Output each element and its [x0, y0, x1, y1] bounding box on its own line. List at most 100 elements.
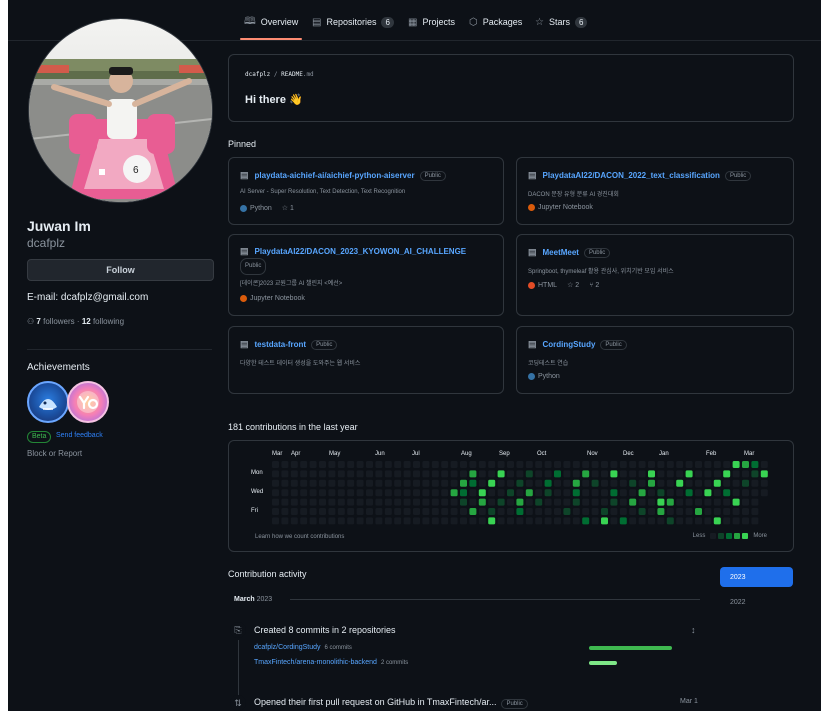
contribution-cell[interactable]: [375, 470, 383, 478]
contribution-cell[interactable]: [300, 517, 308, 525]
contribution-cell[interactable]: [488, 508, 496, 515]
contribution-cell[interactable]: [272, 489, 279, 497]
contribution-cell[interactable]: [685, 508, 693, 515]
contribution-cell[interactable]: [582, 517, 590, 525]
contribution-cell[interactable]: [657, 470, 665, 478]
contribution-cell[interactable]: [582, 479, 590, 487]
contribution-cell[interactable]: [685, 479, 693, 487]
contribution-cell[interactable]: [582, 508, 590, 515]
contribution-cell[interactable]: [422, 517, 430, 525]
contribution-cell[interactable]: [431, 461, 439, 468]
contribution-cell[interactable]: [648, 479, 655, 487]
contribution-cell[interactable]: [347, 517, 355, 525]
contribution-cell[interactable]: [535, 498, 543, 506]
contribution-cell[interactable]: [723, 498, 731, 506]
repo-link[interactable]: PlaydataAI22/DACON_2023_KYOWON_AI_CHALLE…: [255, 247, 467, 256]
contribution-cell[interactable]: [676, 470, 684, 478]
contribution-cell[interactable]: [704, 498, 712, 506]
contribution-cell[interactable]: [300, 461, 308, 468]
contribution-cell[interactable]: [732, 479, 740, 487]
contribution-cell[interactable]: [272, 461, 279, 468]
year-2022-button[interactable]: 2022: [730, 599, 746, 606]
contribution-cell[interactable]: [309, 461, 317, 468]
contribution-cell[interactable]: [563, 479, 571, 487]
avatar[interactable]: 6: [28, 18, 213, 203]
contribution-cell[interactable]: [629, 508, 637, 515]
contribution-cell[interactable]: [413, 479, 420, 487]
contribution-cell[interactable]: [563, 489, 571, 497]
contribution-cell[interactable]: [375, 517, 383, 525]
contribution-cell[interactable]: [666, 479, 674, 487]
contribution-cell[interactable]: [337, 461, 345, 468]
contribution-cell[interactable]: [619, 479, 627, 487]
contribution-cell[interactable]: [544, 508, 552, 515]
contribution-cell[interactable]: [460, 479, 467, 487]
contribution-cell[interactable]: [638, 498, 646, 506]
contribution-cell[interactable]: [366, 470, 373, 478]
contribution-cell[interactable]: [760, 489, 768, 497]
contribution-cell[interactable]: [666, 517, 674, 525]
contribution-cell[interactable]: [478, 470, 486, 478]
contribution-cell[interactable]: [328, 489, 336, 497]
profile-email[interactable]: E-mail: dcafplz@gmail.com: [27, 292, 148, 303]
contribution-cell[interactable]: [281, 508, 289, 515]
contribution-cell[interactable]: [497, 470, 505, 478]
contribution-cell[interactable]: [356, 461, 364, 468]
contribution-cell[interactable]: [601, 489, 608, 497]
contribution-cell[interactable]: [403, 479, 411, 487]
yolo-achievement-badge[interactable]: [67, 381, 109, 423]
tab-overview[interactable]: 🕮 Overview: [239, 11, 303, 40]
contribution-cell[interactable]: [337, 517, 345, 525]
contribution-cell[interactable]: [648, 508, 655, 515]
contribution-cell[interactable]: [507, 470, 514, 478]
contribution-cell[interactable]: [648, 517, 655, 525]
readme-user[interactable]: dcafplz: [245, 71, 270, 78]
contribution-cell[interactable]: [319, 508, 326, 515]
contribution-cell[interactable]: [478, 461, 486, 468]
contribution-cell[interactable]: [507, 498, 514, 506]
contribution-cell[interactable]: [685, 498, 693, 506]
contribution-cell[interactable]: [572, 498, 580, 506]
contribution-cell[interactable]: [732, 508, 740, 515]
repo-link[interactable]: testdata-front: [255, 340, 307, 349]
contribution-cell[interactable]: [328, 517, 336, 525]
contribution-cell[interactable]: [572, 508, 580, 515]
contribution-cell[interactable]: [563, 517, 571, 525]
contribution-cell[interactable]: [384, 508, 392, 515]
contribution-cell[interactable]: [281, 498, 289, 506]
contribution-cell[interactable]: [563, 461, 571, 468]
contribution-cell[interactable]: [366, 479, 373, 487]
followers-link[interactable]: 7 followers: [36, 317, 74, 326]
contribution-cell[interactable]: [666, 461, 674, 468]
contribution-cell[interactable]: [460, 508, 467, 515]
contribution-cell[interactable]: [328, 461, 336, 468]
contribution-cell[interactable]: [309, 479, 317, 487]
contribution-cell[interactable]: [610, 461, 618, 468]
contribution-cell[interactable]: [422, 470, 430, 478]
repo-link[interactable]: PlaydataAI22/DACON_2022_text_classificat…: [543, 171, 720, 180]
repo-link[interactable]: playdata-aichief-ai/aichief-python-aiser…: [255, 171, 415, 180]
tab-packages[interactable]: ⬡ Packages: [469, 11, 522, 33]
contribution-cell[interactable]: [290, 517, 298, 525]
contribution-cell[interactable]: [742, 489, 749, 497]
contribution-cell[interactable]: [713, 461, 721, 468]
contribution-cell[interactable]: [319, 489, 326, 497]
contribution-cell[interactable]: [713, 489, 721, 497]
contribution-cell[interactable]: [497, 461, 505, 468]
contribution-cell[interactable]: [290, 508, 298, 515]
tab-repositories[interactable]: ▤ Repositories 6: [312, 11, 394, 33]
contribution-cell[interactable]: [629, 517, 637, 525]
contribution-cell[interactable]: [469, 508, 477, 515]
contribution-cell[interactable]: [328, 470, 336, 478]
contribution-cell[interactable]: [657, 489, 665, 497]
contribution-cell[interactable]: [525, 470, 533, 478]
contribution-cell[interactable]: [507, 508, 514, 515]
contribution-cell[interactable]: [610, 470, 618, 478]
contribution-cell[interactable]: [366, 461, 373, 468]
contribution-cell[interactable]: [431, 479, 439, 487]
contribution-cell[interactable]: [695, 489, 702, 497]
repo-stars[interactable]: 2: [575, 282, 579, 289]
contribution-cell[interactable]: [657, 498, 665, 506]
contribution-cell[interactable]: [337, 498, 345, 506]
contribution-cell[interactable]: [319, 470, 326, 478]
